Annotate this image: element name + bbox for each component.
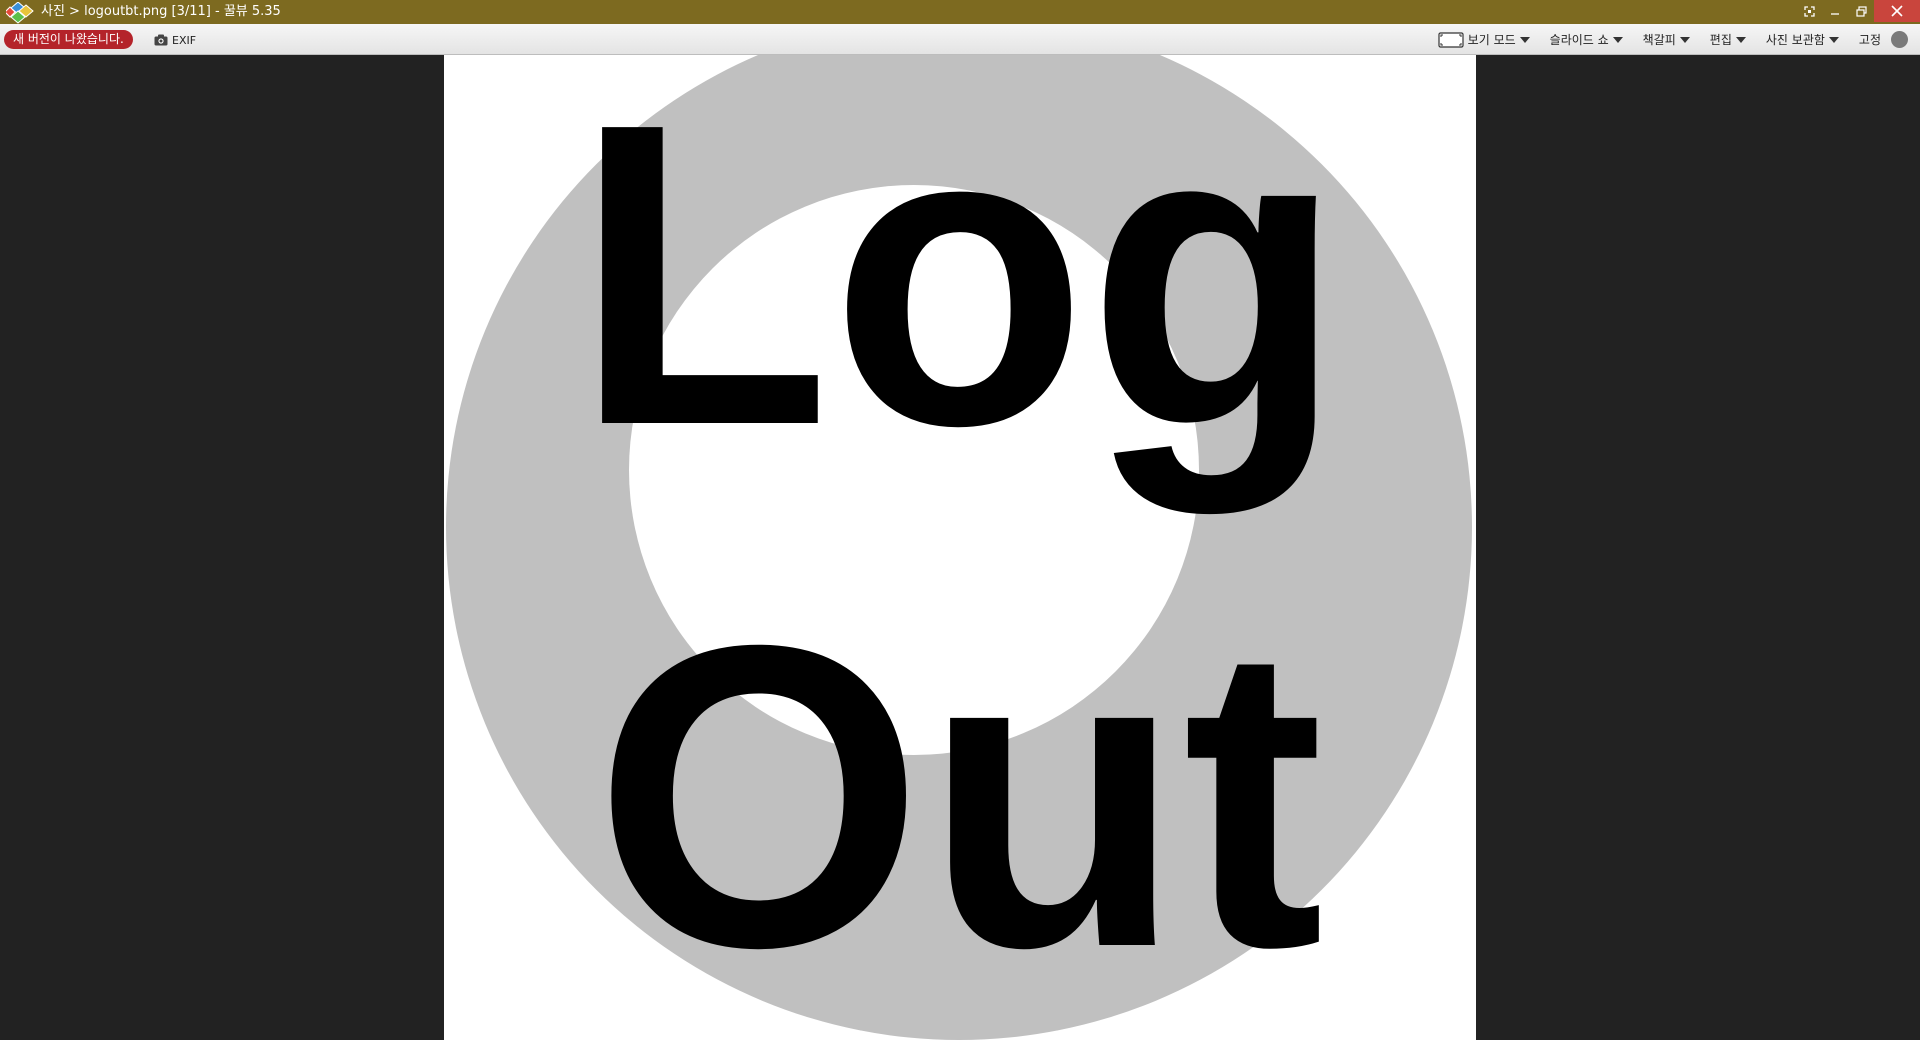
menu-edit[interactable]: 편집	[1710, 31, 1746, 48]
exif-label: EXIF	[172, 33, 197, 47]
restore-button[interactable]	[1848, 0, 1874, 22]
menu-slideshow-label: 슬라이드 쇼	[1549, 33, 1609, 47]
chevron-down-icon	[1679, 36, 1690, 43]
pin-toggle[interactable]: 고정	[1859, 31, 1908, 48]
logout-line-out: Out	[594, 557, 1324, 1037]
close-icon	[1891, 5, 1903, 17]
view-mode-icon	[1438, 31, 1464, 48]
toolbar: 새 버전이 나왔습니다. EXIF 보기 모드 슬라이드 쇼 책갈피 편집 사진…	[0, 24, 1920, 55]
logout-image: Log Out	[446, 55, 1472, 1040]
exif-button[interactable]: EXIF	[154, 31, 196, 49]
menu-bookmark-label: 책갈피	[1642, 33, 1676, 47]
update-badge[interactable]: 새 버전이 나왔습니다.	[4, 30, 133, 49]
menu-photo-archive[interactable]: 사진 보관함	[1766, 31, 1839, 48]
menu-edit-label: 편집	[1709, 33, 1732, 47]
logout-line-log: Log	[574, 55, 1344, 517]
window-title: 사진 > logoutbt.png [3/11] - 꿀뷰 5.35	[41, 4, 281, 19]
menu-view-mode-label: 보기 모드	[1467, 33, 1516, 47]
chevron-down-icon	[1828, 36, 1839, 43]
window-controls	[1796, 0, 1920, 22]
fullscreen-icon	[1803, 5, 1815, 17]
menu-bookmark[interactable]: 책갈피	[1643, 31, 1690, 48]
pin-circle-icon	[1891, 31, 1908, 48]
pin-label: 고정	[1858, 33, 1881, 47]
toolbar-menus: 보기 모드 슬라이드 쇼 책갈피 편집 사진 보관함 고정	[1418, 28, 1908, 51]
camera-icon	[154, 34, 168, 46]
restore-icon	[1855, 5, 1867, 17]
image-viewer[interactable]: Log Out	[0, 55, 1920, 1040]
menu-slideshow[interactable]: 슬라이드 쇼	[1550, 31, 1623, 48]
menu-photo-archive-label: 사진 보관함	[1765, 33, 1825, 47]
displayed-image: Log Out	[444, 55, 1476, 1040]
chevron-down-icon	[1519, 36, 1530, 43]
app-logo-icon	[6, 2, 34, 24]
title-bar: 사진 > logoutbt.png [3/11] - 꿀뷰 5.35	[0, 0, 1920, 24]
close-button[interactable]	[1874, 0, 1920, 22]
minimize-icon	[1831, 13, 1839, 15]
menu-view-mode[interactable]: 보기 모드	[1438, 31, 1530, 48]
fullscreen-button[interactable]	[1796, 0, 1822, 22]
chevron-down-icon	[1612, 36, 1623, 43]
minimize-button[interactable]	[1822, 0, 1848, 22]
chevron-down-icon	[1735, 36, 1746, 43]
